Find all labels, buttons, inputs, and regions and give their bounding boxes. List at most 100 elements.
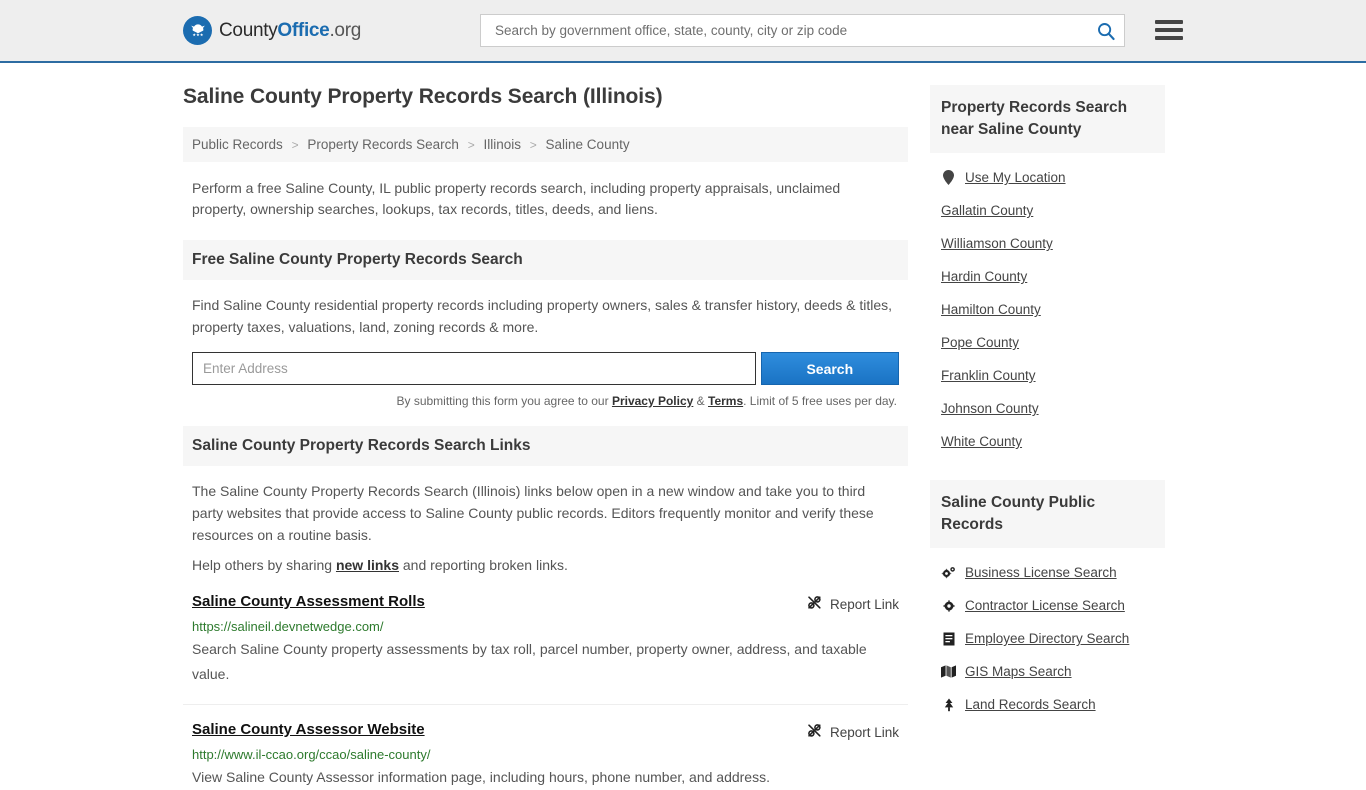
breadcrumb-item-3[interactable]: Saline County	[546, 137, 630, 152]
public-record-link[interactable]: Contractor License Search	[965, 598, 1125, 613]
public-records-block: Saline County Public Records Business Li…	[930, 480, 1165, 721]
report-link-button[interactable]: Report Link	[806, 593, 899, 614]
report-link-button[interactable]: Report Link	[806, 721, 899, 742]
public-record-link[interactable]: Employee Directory Search	[965, 631, 1129, 646]
global-search	[480, 14, 1183, 47]
result-title-link[interactable]: Saline County Assessor Website	[192, 721, 425, 738]
public-records-list: Business License Search Contractor Licen…	[930, 548, 1165, 721]
disclaimer-prefix: By submitting this form you agree to our	[396, 394, 612, 408]
new-links-link[interactable]: new links	[336, 557, 399, 573]
sidebar-item-contractor-license-search[interactable]: Contractor License Search	[930, 589, 1165, 622]
nearby-counties-list: Use My Location Gallatin County Williams…	[930, 153, 1165, 458]
county-link[interactable]: Pope County	[941, 335, 1019, 350]
report-link-label: Report Link	[829, 596, 899, 612]
sidebar-item-employee-directory-search[interactable]: Employee Directory Search	[930, 622, 1165, 655]
search-button[interactable]: Search	[760, 352, 899, 385]
free-search-description: Find Saline County residential property …	[192, 297, 893, 335]
links-section-paragraph: The Saline County Property Records Searc…	[192, 483, 874, 543]
breadcrumb: Public Records > Property Records Search…	[183, 127, 908, 162]
public-record-link[interactable]: Land Records Search	[965, 697, 1096, 712]
book-icon	[941, 632, 956, 646]
result-item: Saline County Assessment Rolls Report Li…	[183, 593, 908, 687]
sidebar-item-county[interactable]: Pope County	[930, 326, 1165, 359]
logo-text-county: County	[219, 19, 278, 41]
help-suffix: and reporting broken links.	[399, 557, 568, 573]
breadcrumb-item-0[interactable]: Public Records	[192, 137, 283, 152]
result-description: View Saline County Assessor information …	[192, 769, 770, 785]
county-link[interactable]: White County	[941, 434, 1022, 449]
breadcrumb-item-2[interactable]: Illinois	[483, 137, 521, 152]
site-logo[interactable]: CountyOffice.org	[183, 16, 361, 45]
sidebar-item-land-records-search[interactable]: Land Records Search	[930, 688, 1165, 721]
cogs-icon	[941, 566, 956, 580]
result-description: Search Saline County property assessment…	[192, 641, 867, 682]
result-url[interactable]: http://www.il-ccao.org/ccao/saline-count…	[192, 747, 899, 762]
report-link-label: Report Link	[829, 724, 899, 740]
sidebar-item-gis-maps-search[interactable]: GIS Maps Search	[930, 655, 1165, 688]
result-item: Saline County Assessor Website Report Li…	[183, 704, 908, 790]
menu-bar-3	[1155, 36, 1183, 40]
sidebar-item-county[interactable]: Johnson County	[930, 392, 1165, 425]
result-title-link[interactable]: Saline County Assessment Rolls	[192, 593, 425, 610]
privacy-policy-link[interactable]: Privacy Policy	[612, 394, 693, 408]
logo-wordmark: CountyOffice.org	[219, 20, 361, 42]
public-record-link[interactable]: Business License Search	[965, 565, 1117, 580]
gear-icon	[941, 599, 956, 613]
eagle-logo-icon	[183, 16, 212, 45]
page-intro-text: Perform a free Saline County, IL public …	[192, 180, 841, 217]
map-icon	[941, 665, 956, 678]
tree-icon	[941, 698, 956, 712]
logo-text-tld: .org	[329, 19, 361, 41]
county-link[interactable]: Gallatin County	[941, 203, 1033, 218]
menu-bar-2	[1155, 28, 1183, 32]
broken-link-icon	[806, 722, 823, 742]
links-section-body: The Saline County Property Records Searc…	[183, 466, 908, 576]
address-input[interactable]	[192, 352, 756, 385]
menu-bar-1	[1155, 20, 1183, 24]
breadcrumb-separator: >	[529, 138, 537, 152]
county-link[interactable]: Hardin County	[941, 269, 1027, 284]
breadcrumb-separator: >	[467, 138, 475, 152]
county-link[interactable]: Williamson County	[941, 236, 1053, 251]
result-header: Saline County Assessor Website Report Li…	[192, 721, 899, 742]
sidebar-item-county[interactable]: Hardin County	[930, 260, 1165, 293]
sidebar-item-county[interactable]: Hamilton County	[930, 293, 1165, 326]
sidebar-item-county[interactable]: Gallatin County	[930, 194, 1165, 227]
sidebar-item-county[interactable]: Franklin County	[930, 359, 1165, 392]
page-title: Saline County Property Records Search (I…	[183, 85, 663, 108]
broken-link-icon	[806, 594, 823, 614]
result-header: Saline County Assessment Rolls Report Li…	[192, 593, 899, 614]
global-search-input[interactable]	[493, 22, 1096, 39]
county-link[interactable]: Hamilton County	[941, 302, 1041, 317]
use-my-location-link[interactable]: Use My Location	[965, 170, 1066, 185]
public-record-link[interactable]: GIS Maps Search	[965, 664, 1072, 679]
site-header: CountyOffice.org	[0, 0, 1366, 63]
sidebar-item-use-my-location[interactable]: Use My Location	[930, 161, 1165, 194]
global-search-box[interactable]	[480, 14, 1125, 47]
disclaimer-suffix: . Limit of 5 free uses per day.	[743, 394, 897, 408]
search-icon[interactable]	[1096, 21, 1116, 41]
sidebar-item-county[interactable]: White County	[930, 425, 1165, 458]
sidebar-public-records-heading: Saline County Public Records	[930, 480, 1165, 548]
breadcrumb-separator: >	[291, 138, 299, 152]
page-container: Saline County Property Records Search (I…	[183, 63, 1183, 790]
breadcrumb-item-1[interactable]: Property Records Search	[307, 137, 459, 152]
county-link[interactable]: Franklin County	[941, 368, 1036, 383]
result-url[interactable]: https://salineil.devnetwedge.com/	[192, 619, 899, 634]
logo-text-office: Office	[277, 19, 330, 41]
sidebar-near-heading: Property Records Search near Saline Coun…	[930, 85, 1165, 153]
sidebar: Property Records Search near Saline Coun…	[930, 85, 1165, 790]
sidebar-item-business-license-search[interactable]: Business License Search	[930, 556, 1165, 589]
map-pin-icon	[941, 170, 956, 185]
help-prefix: Help others by sharing	[192, 557, 336, 573]
menu-icon[interactable]	[1155, 16, 1183, 44]
terms-link[interactable]: Terms	[708, 394, 743, 408]
links-help-text: Help others by sharing new links and rep…	[192, 554, 899, 576]
sidebar-item-county[interactable]: Williamson County	[930, 227, 1165, 260]
main-column: Saline County Property Records Search (I…	[183, 85, 908, 790]
links-section-heading: Saline County Property Records Search Li…	[183, 426, 908, 466]
form-disclaimer: By submitting this form you agree to our…	[192, 394, 899, 408]
address-search-form: Search	[192, 352, 899, 385]
free-search-heading: Free Saline County Property Records Sear…	[183, 240, 908, 280]
county-link[interactable]: Johnson County	[941, 401, 1039, 416]
